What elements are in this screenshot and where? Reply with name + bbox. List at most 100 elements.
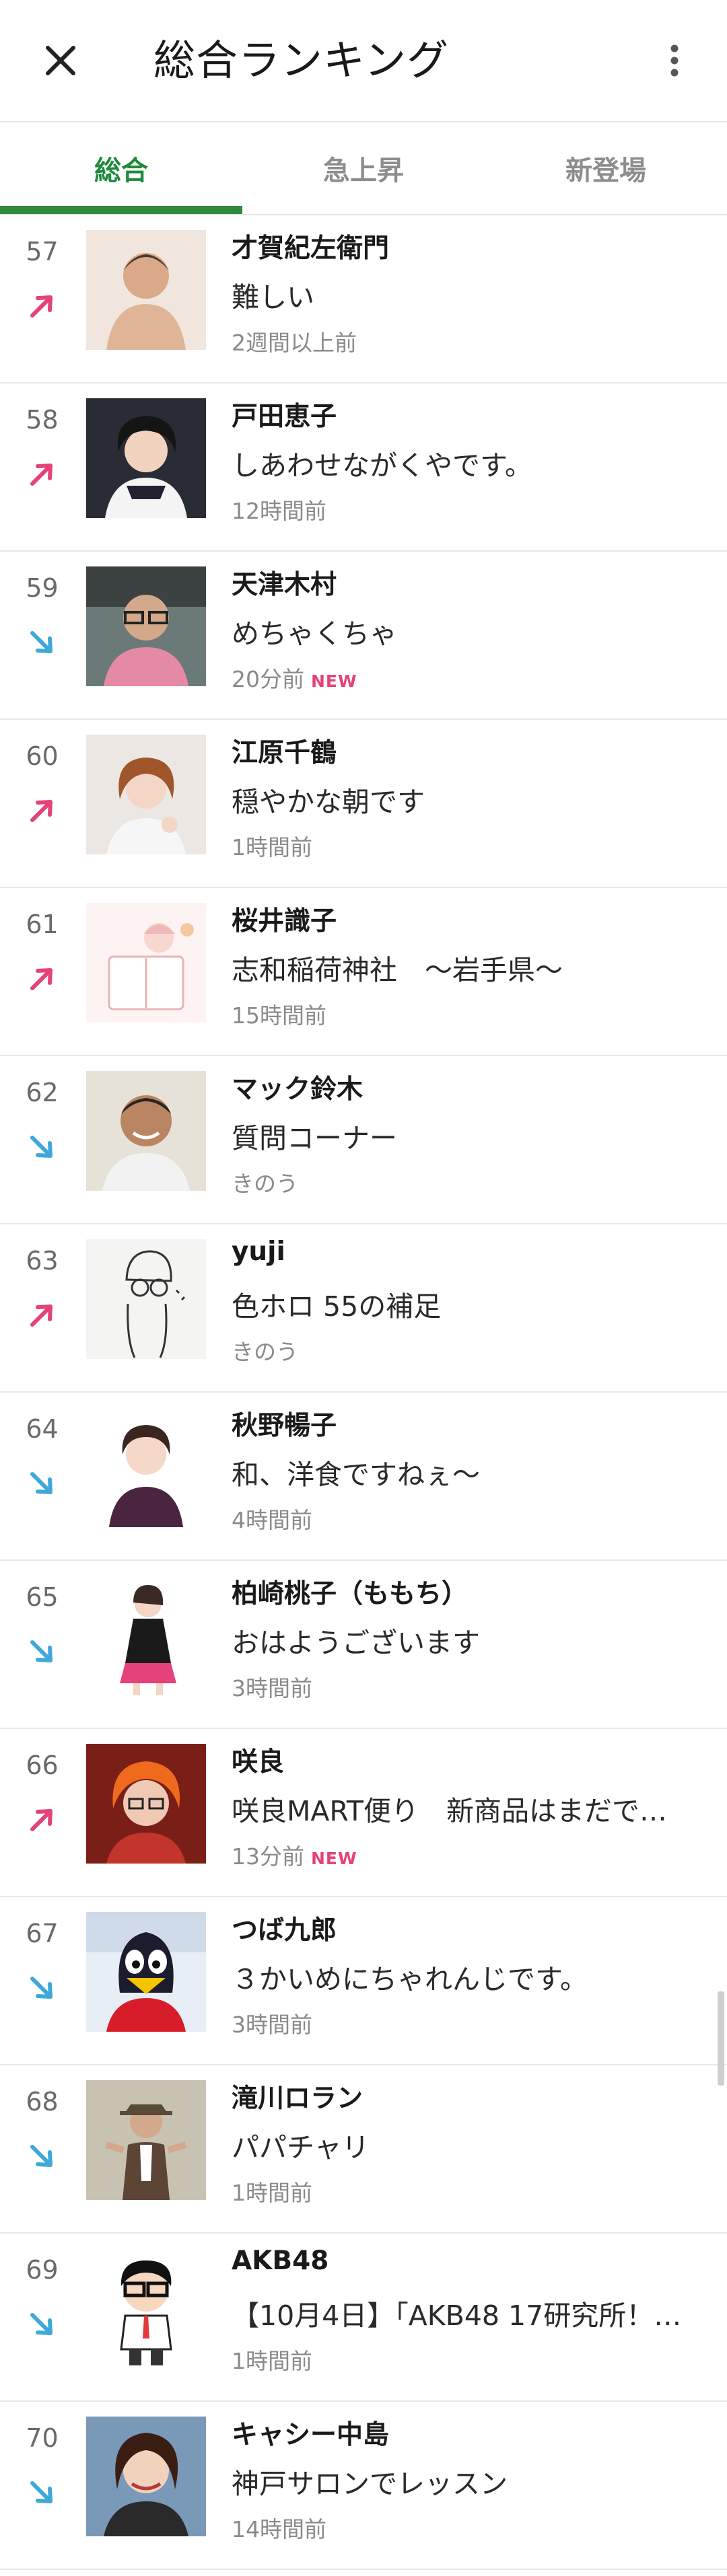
rank-number: 66	[26, 1751, 59, 1780]
post-time-text: 1時間前	[232, 2180, 312, 2206]
rank-number: 70	[26, 2423, 59, 2453]
trend-down-icon	[30, 1136, 53, 1158]
post-title: パパチャリ	[232, 2131, 370, 2164]
blogger-avatar[interactable]	[86, 1071, 206, 1191]
post-time-text: 4時間前	[232, 1507, 312, 1533]
rank-number: 64	[26, 1414, 59, 1444]
rank-number: 62	[26, 1078, 59, 1107]
blogger-name: つば九郎	[232, 1915, 337, 1946]
post-time-text: 1時間前	[232, 834, 312, 860]
blogger-avatar[interactable]	[86, 1744, 206, 1864]
ranking-row[interactable]: 60 江原千鶴 穏やかな朝です 1時間前	[0, 720, 727, 888]
rank-number: 58	[26, 405, 59, 435]
tab-new[interactable]: 新登場	[485, 122, 727, 214]
ranking-list: 57 才賀紀左衛門 難しい 2週間以上前 58 戸田恵子 しあわせながくやです。 12時間前 5…	[0, 215, 727, 2570]
post-title: 神戸サロンでレッスン	[232, 2468, 508, 2500]
post-time: きのう	[232, 1334, 298, 1366]
blogger-avatar[interactable]	[86, 566, 206, 686]
ranking-row[interactable]: 66 咲良咲良MART便り 新商品はまだで… 13分前 NEW	[0, 1729, 727, 1897]
ranking-row[interactable]: 57 才賀紀左衛門 難しい 2週間以上前	[0, 215, 727, 383]
blogger-avatar[interactable]	[86, 1407, 206, 1527]
post-time-text: 15時間前	[232, 1002, 326, 1029]
post-time-text: 20分前	[232, 666, 304, 692]
blogger-avatar[interactable]	[86, 735, 206, 854]
post-title: 色ホロ 55の補足	[232, 1290, 442, 1323]
post-title: 【10月4日】「AKB48 17研究所！…	[232, 2299, 682, 2332]
blogger-name: 柏崎桃子（ももち）	[232, 1579, 469, 1609]
post-time-text: 3時間前	[232, 1675, 312, 1701]
post-time: 3時間前	[232, 1670, 312, 1703]
trend-down-icon	[30, 2313, 53, 2335]
blogger-avatar[interactable]	[86, 398, 206, 518]
post-time: 12時間前	[232, 493, 326, 525]
tab-overall[interactable]: 総合	[0, 122, 242, 214]
ranking-row[interactable]: 58 戸田恵子しあわせながくやです。 12時間前	[0, 383, 727, 552]
post-time: 15時間前	[232, 998, 326, 1030]
trend-up-icon	[30, 968, 53, 990]
blogger-avatar[interactable]	[86, 2248, 206, 2368]
blogger-avatar[interactable]	[86, 1576, 206, 1695]
blogger-name: yuji	[232, 1237, 285, 1267]
tab-bar: 総合 急上昇 新登場	[0, 122, 727, 214]
blogger-avatar[interactable]	[86, 1912, 206, 2032]
post-time: 14時間前	[232, 2511, 326, 2544]
post-time: 1時間前	[232, 830, 312, 862]
ranking-row[interactable]: 68 滝川ロラン パパチャリ 1時間前	[0, 2065, 727, 2234]
rank-number: 57	[26, 237, 59, 266]
rank-number: 69	[26, 2255, 59, 2285]
close-button[interactable]	[37, 37, 84, 84]
new-badge: NEW	[311, 1849, 357, 1868]
rank-number: 59	[26, 573, 59, 603]
post-time-text: きのう	[232, 1171, 298, 1197]
ranking-row[interactable]: 70 キャシー中島 神戸サロンでレッスン 14時間前	[0, 2402, 727, 2570]
blogger-avatar[interactable]	[86, 230, 206, 350]
blogger-name: 桜井識子	[232, 906, 337, 936]
blogger-name: 天津木村	[232, 570, 337, 600]
blogger-name: 咲良	[232, 1747, 285, 1777]
rank-number: 68	[26, 2087, 59, 2117]
post-time: 13分前 NEW	[232, 1839, 357, 1871]
blogger-avatar[interactable]	[86, 2417, 206, 2536]
ranking-row[interactable]: 67 つば九郎 ３かいめにちゃれんじです。 3時間前	[0, 1897, 727, 2065]
post-time: 4時間前	[232, 1502, 312, 1535]
more-options-button[interactable]	[654, 34, 695, 87]
blogger-name: 秋野暢子	[232, 1411, 337, 1441]
tab-rising[interactable]: 急上昇	[242, 122, 485, 214]
post-title: 咲良MART便り 新商品はまだで…	[232, 1795, 667, 1827]
ranking-row[interactable]: 62 マック鈴木 質問コーナー きのう	[0, 1056, 727, 1224]
post-title: しあわせながくやです。	[232, 449, 532, 482]
ranking-row[interactable]: 61 桜井識子志和稲荷神社 ～岩手県～ 15時間前	[0, 888, 727, 1056]
post-time: 1時間前	[232, 2343, 312, 2376]
scrollbar-thumb[interactable]	[718, 1991, 724, 2086]
post-time-text: きのう	[232, 1339, 298, 1365]
trend-up-icon	[30, 1809, 53, 1831]
post-title: 和、洋食ですねぇ～	[232, 1459, 480, 1491]
rank-number: 65	[26, 1582, 59, 1612]
trend-up-icon	[30, 464, 53, 486]
ranking-row[interactable]: 63 yuji 色ホロ 55の補足 きのう	[0, 1224, 727, 1393]
post-title: ３かいめにちゃれんじです。	[232, 1963, 588, 1995]
trend-down-icon	[30, 1640, 53, 1662]
rank-number: 61	[26, 910, 59, 939]
ranking-row[interactable]: 59 天津木村 めちゃくちゃ 20分前 NEW	[0, 552, 727, 720]
post-time: きのう	[232, 1166, 298, 1198]
new-badge: NEW	[311, 671, 357, 691]
post-title: おはようございます	[232, 1627, 480, 1659]
tab-active-indicator	[0, 206, 242, 214]
trend-down-icon	[30, 1472, 53, 1494]
trend-down-icon	[30, 1977, 53, 1999]
post-title: 志和稲荷神社 ～岩手県～	[232, 954, 563, 986]
post-title: 難しい	[232, 281, 314, 314]
blogger-avatar[interactable]	[86, 903, 206, 1023]
rank-number: 60	[26, 741, 59, 771]
ranking-row[interactable]: 65 柏崎桃子（ももち） おはようございます 3時間前	[0, 1561, 727, 1729]
post-time: 2週間以上前	[232, 325, 357, 357]
blogger-avatar[interactable]	[86, 2080, 206, 2200]
post-time: 3時間前	[232, 2007, 312, 2039]
ranking-row[interactable]: 69 AKB48 【10月4日】「AKB48 17研究所！… 1時間前	[0, 2234, 727, 2402]
app-bar: 総合ランキング	[0, 0, 727, 121]
blogger-avatar[interactable]	[86, 1239, 206, 1359]
blogger-name: 戸田恵子	[232, 402, 337, 432]
ranking-row[interactable]: 64 秋野暢子和、洋食ですねぇ～ 4時間前	[0, 1393, 727, 1561]
page-title: 総合ランキング	[153, 36, 450, 85]
